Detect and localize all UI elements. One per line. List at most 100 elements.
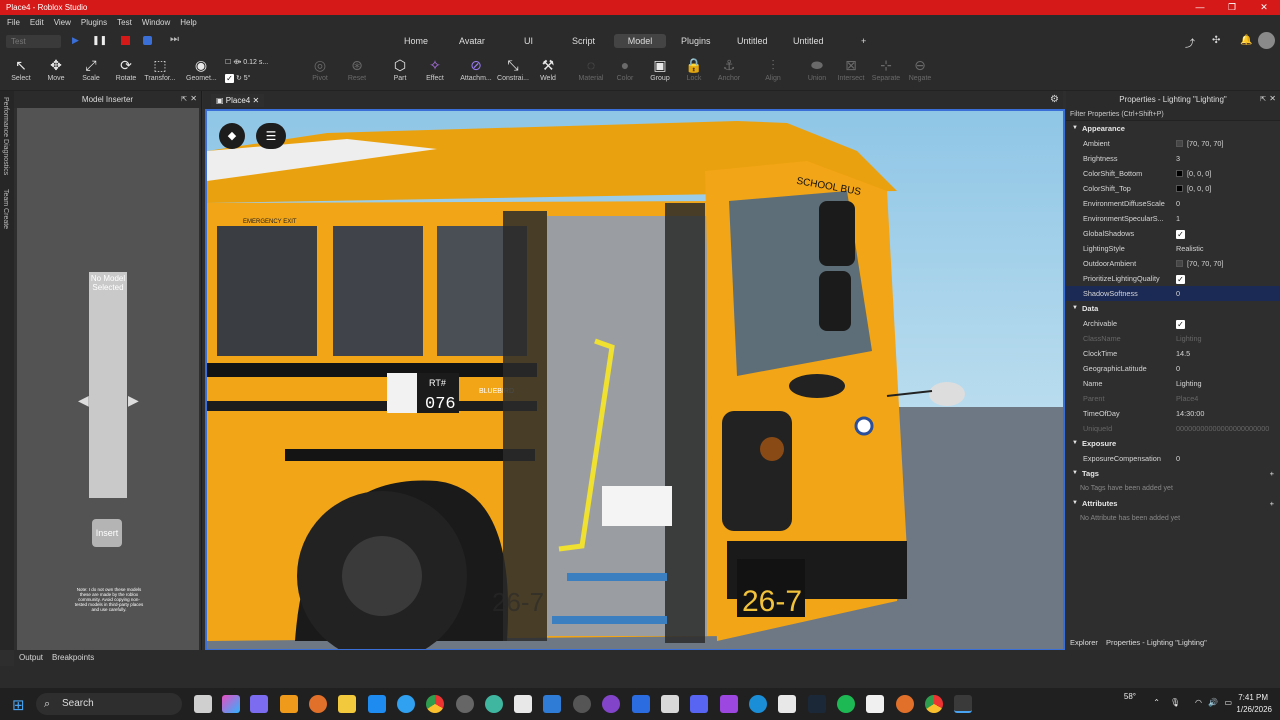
close-icon[interactable]: ✕ [1269, 94, 1276, 103]
avatar[interactable] [1258, 32, 1275, 49]
property-value[interactable]: 14.5 [1176, 346, 1276, 361]
property-row[interactable]: GlobalShadows ✓ [1066, 226, 1280, 241]
app-icon-3[interactable] [514, 695, 532, 713]
close-icon[interactable]: ✕ [190, 94, 197, 103]
move-increment-field[interactable]: ☐ ⟴ 0.12 s... [225, 58, 293, 66]
add-tags-icon[interactable]: + [1270, 466, 1274, 481]
section-exposure[interactable]: ▼ Exposure [1066, 436, 1280, 451]
rotate-increment-field[interactable]: ✓ ↻ 5° [225, 74, 293, 83]
property-value[interactable]: [0, 0, 0] [1176, 181, 1276, 196]
notepad-icon[interactable] [543, 695, 561, 713]
hamburger-menu-icon[interactable]: ☰ [256, 123, 286, 149]
edge-icon[interactable] [749, 695, 767, 713]
transform-tool[interactable]: ⬚ Transfor... [143, 55, 177, 82]
add-attributes-icon[interactable]: + [1270, 496, 1274, 511]
taskbar-search[interactable]: ⌕ Search [36, 693, 182, 715]
collapse-icon[interactable]: ▼ [1072, 301, 1078, 316]
property-row[interactable]: Name Lighting [1066, 376, 1280, 391]
property-value[interactable]: 0 [1176, 361, 1276, 376]
app-icon-6[interactable] [632, 695, 650, 713]
scale-tool[interactable]: ⤢ Scale [77, 55, 105, 82]
property-row[interactable]: ColorShift_Bottom [0, 0, 0] [1066, 166, 1280, 181]
stop-icon[interactable] [121, 36, 130, 45]
blender-icon-2[interactable] [896, 695, 914, 713]
step-icon[interactable]: ⏭ [170, 34, 179, 45]
discord-icon[interactable] [690, 695, 708, 713]
align-tool[interactable]: ⫶ Align [760, 55, 786, 82]
close-tab-icon[interactable]: ✕ [253, 96, 260, 105]
maximize-button[interactable]: ❐ [1216, 0, 1248, 15]
tab-untitled-1[interactable]: Untitled [728, 34, 777, 48]
next-arrow-icon[interactable]: ▶ [128, 392, 139, 409]
property-row[interactable]: GeographicLatitude 0 [1066, 361, 1280, 376]
property-row[interactable]: Archivable ✓ [1066, 316, 1280, 331]
tab-plugins[interactable]: Plugins [672, 34, 720, 48]
material-tool[interactable]: ◌ Material [576, 55, 606, 82]
negate-tool[interactable]: ⊖ Negate [905, 55, 935, 82]
app-icon-2[interactable] [485, 695, 503, 713]
menu-window[interactable]: Window [137, 18, 175, 27]
menu-plugins[interactable]: Plugins [76, 18, 112, 27]
prev-arrow-icon[interactable]: ◀ [78, 392, 89, 409]
section-attributes[interactable]: ▼ Attributes + [1066, 496, 1280, 511]
app-icon-5[interactable] [602, 695, 620, 713]
app-icon-7[interactable] [720, 695, 738, 713]
app-icon-1[interactable] [280, 695, 298, 713]
property-value[interactable]: ✓ [1176, 316, 1276, 331]
property-value[interactable]: 1 [1176, 211, 1276, 226]
roblox-menu-icon[interactable]: ◆ [219, 123, 245, 149]
color-swatch[interactable] [1176, 260, 1183, 267]
property-value[interactable]: ✓ [1176, 226, 1276, 241]
property-value[interactable]: 0 [1176, 286, 1276, 301]
roblox-studio-icon[interactable] [954, 695, 972, 713]
copilot-icon[interactable] [222, 695, 240, 713]
property-row[interactable]: Parent Place4 [1066, 391, 1280, 406]
property-value[interactable]: 14:30:00 [1176, 406, 1276, 421]
tab-place4[interactable]: ▣ Place4 ✕ [211, 94, 265, 107]
property-row[interactable]: Brightness 3 [1066, 151, 1280, 166]
chrome-icon-2[interactable] [925, 695, 943, 713]
property-row[interactable]: ClassName Lighting [1066, 331, 1280, 346]
rotate-tool[interactable]: ⟳ Rotate [112, 55, 140, 82]
menu-view[interactable]: View [49, 18, 76, 27]
move-tool[interactable]: ✥ Move [42, 55, 70, 82]
pause-icon[interactable]: ❚❚ [92, 35, 107, 46]
chevron-up-icon[interactable]: ⌃ [1150, 698, 1160, 707]
undock-icon[interactable]: ⇱ [181, 95, 187, 103]
property-value[interactable]: [70, 70, 70] [1176, 256, 1276, 271]
property-row[interactable]: EnvironmentSpecularS... 1 [1066, 211, 1280, 226]
pivot-tool[interactable]: ◎ Pivot [305, 55, 335, 82]
tab-home[interactable]: Home [395, 34, 437, 48]
blender-icon[interactable] [309, 695, 327, 713]
collapse-icon[interactable]: ▼ [1072, 436, 1078, 451]
section-appearance[interactable]: ▼ Appearance [1066, 121, 1280, 136]
menu-file[interactable]: File [2, 18, 25, 27]
browser-icon-1[interactable] [397, 695, 415, 713]
property-row[interactable]: ColorShift_Top [0, 0, 0] [1066, 181, 1280, 196]
steam-icon[interactable] [808, 695, 826, 713]
tab-untitled-2[interactable]: Untitled [784, 34, 833, 48]
insert-button[interactable]: Insert [92, 519, 122, 547]
collapse-icon[interactable]: ▼ [1072, 496, 1078, 511]
property-value[interactable]: 0 [1176, 451, 1276, 466]
tab-properties[interactable]: Properties - Lighting "Lighting" [1106, 638, 1207, 647]
property-row[interactable]: OutdoorAmbient [70, 70, 70] [1066, 256, 1280, 271]
viewport-settings-icon[interactable]: ⚙ [1050, 94, 1059, 105]
chrome-icon[interactable] [426, 695, 444, 713]
windows-start-icon[interactable]: ⊞ [12, 696, 25, 714]
app-icon-8[interactable] [778, 695, 796, 713]
clock-date[interactable]: 1/26/2026 [1216, 705, 1272, 714]
tab-script[interactable]: Script [563, 34, 604, 48]
clock-time[interactable]: 7:41 PM [1228, 693, 1268, 702]
property-row[interactable]: Ambient [70, 70, 70] [1066, 136, 1280, 151]
property-row[interactable]: PrioritizeLightingQuality ✓ [1066, 271, 1280, 286]
filter-properties-input[interactable]: Filter Properties (Ctrl+Shift+P) [1066, 108, 1280, 121]
property-value[interactable]: [70, 70, 70] [1176, 136, 1276, 151]
reset-tool[interactable]: ⊛ Reset [342, 55, 372, 82]
color-swatch[interactable] [1176, 185, 1183, 192]
property-row[interactable]: UniqueId 00000000000000000000000 [1066, 421, 1280, 436]
wifi-icon[interactable]: ◠ [1190, 698, 1202, 707]
property-row[interactable]: TimeOfDay 14:30:00 [1066, 406, 1280, 421]
test-mode-dropdown[interactable]: Test [6, 35, 61, 48]
property-value[interactable]: Realistic [1176, 241, 1276, 256]
